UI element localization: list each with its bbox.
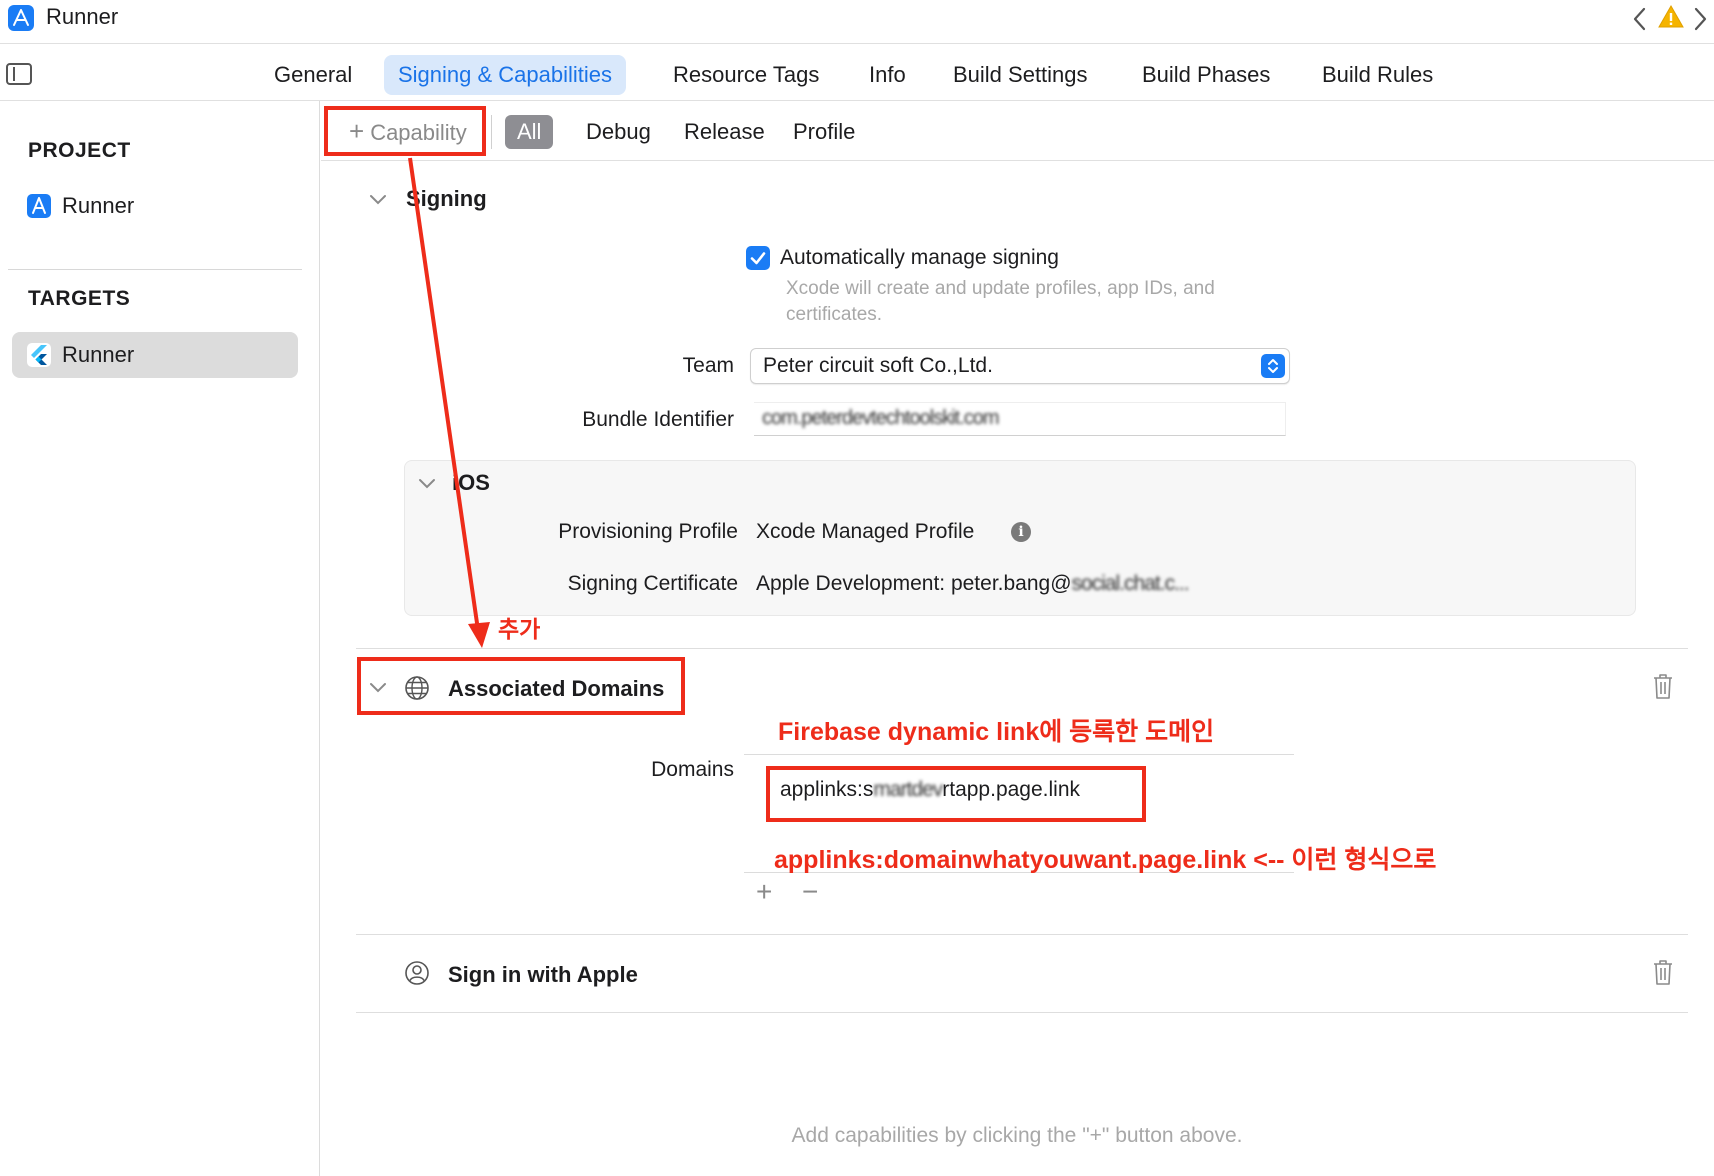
annotation-firebase-note: Firebase dynamic link에 등록한 도메인	[778, 718, 1215, 746]
annotation-box-associated-domains	[357, 657, 685, 715]
xcode-project-icon	[8, 5, 34, 31]
team-value: Peter circuit soft Co.,Ltd.	[763, 354, 993, 377]
auto-manage-signing-checkbox[interactable]	[746, 246, 770, 270]
annotation-box-domain-entry	[766, 766, 1146, 822]
filter-all[interactable]: All	[505, 115, 554, 149]
sidebar-item-project-runner[interactable]: Runner	[12, 183, 298, 229]
flutter-icon	[27, 343, 51, 367]
team-select[interactable]: Peter circuit soft Co.,Ltd.	[750, 348, 1290, 384]
trash-icon[interactable]	[1651, 958, 1675, 986]
chevron-right-icon[interactable]	[1690, 4, 1710, 34]
window-titlebar: Runner	[0, 0, 1714, 44]
project-navigator: PROJECT Runner TARGETS Runner	[0, 101, 320, 1176]
sidebar-item-label: Runner	[62, 193, 135, 218]
filter-release[interactable]: Release	[672, 115, 777, 149]
window-title: Runner	[46, 4, 119, 29]
signing-section-title: Signing	[406, 186, 487, 211]
tab-build-settings[interactable]: Build Settings	[939, 55, 1102, 95]
tab-signing-capabilities[interactable]: Signing & Capabilities	[384, 55, 627, 95]
bundle-identifier-value: com.peterdevtechtoolskit.com	[762, 407, 1000, 429]
auto-manage-signing-label: Automatically manage signing	[780, 246, 1059, 269]
editor-tab-bar: General Signing & Capabilities Resource …	[0, 45, 1714, 101]
project-heading: PROJECT	[28, 139, 131, 162]
sign-in-with-apple-title: Sign in with Apple	[448, 962, 638, 987]
provisioning-profile-value: Xcode Managed Profile	[756, 520, 975, 543]
xcode-project-icon	[27, 194, 51, 218]
provisioning-profile-label: Provisioning Profile	[558, 520, 738, 543]
annotation-format-note: applinks:domainwhatyouwant.page.link <--…	[774, 846, 1437, 874]
remove-domain-button[interactable]: −	[802, 876, 818, 908]
section-divider	[356, 1012, 1688, 1013]
tab-general[interactable]: General	[260, 55, 366, 95]
auto-manage-note-cont: certificates.	[786, 304, 883, 325]
team-label: Team	[682, 354, 734, 377]
info-icon[interactable]: i	[1011, 522, 1031, 542]
signing-certificate-label: Signing Certificate	[567, 572, 738, 595]
targets-heading: TARGETS	[28, 287, 131, 310]
sidebar-toggle-icon[interactable]	[6, 63, 32, 85]
auto-manage-note: Xcode will create and update profiles, a…	[786, 278, 1215, 299]
tab-build-phases[interactable]: Build Phases	[1128, 55, 1284, 95]
domains-table-top	[744, 754, 1294, 755]
toolbar-divider	[491, 115, 492, 149]
signing-certificate-hidden: social.chat.c...	[1071, 572, 1190, 595]
sidebar-item-label: Runner	[62, 342, 135, 367]
annotation-box-capability	[324, 106, 486, 156]
sidebar-item-target-runner[interactable]: Runner	[12, 332, 298, 378]
add-domain-button[interactable]: +	[756, 876, 772, 908]
ios-section-title: iOS	[452, 470, 490, 495]
bundle-identifier-field[interactable]: com.peterdevtechtoolskit.com	[754, 402, 1286, 436]
signing-certificate-text: Apple Development: peter.bang@	[756, 572, 1072, 595]
chevron-down-icon[interactable]	[418, 478, 436, 490]
warning-icon[interactable]	[1658, 4, 1684, 30]
filter-profile[interactable]: Profile	[781, 115, 867, 149]
popup-stepper-icon	[1261, 354, 1285, 378]
capability-filter-bar: + Capability All Debug Release Profile	[321, 101, 1714, 161]
annotation-add-label: 추가	[498, 616, 541, 642]
person-circle-icon	[405, 961, 429, 985]
signing-certificate-value: Apple Development: peter.bang@social.cha…	[756, 572, 1190, 596]
tab-resource-tags[interactable]: Resource Tags	[659, 55, 833, 95]
tab-info[interactable]: Info	[855, 55, 920, 95]
footer-hint: Add capabilities by clicking the "+" but…	[791, 1124, 1243, 1147]
trash-icon[interactable]	[1651, 672, 1675, 700]
section-divider	[356, 648, 1688, 649]
filter-debug[interactable]: Debug	[574, 115, 663, 149]
bundle-identifier-label: Bundle Identifier	[582, 408, 734, 431]
section-divider	[356, 934, 1688, 935]
chevron-left-icon[interactable]	[1630, 4, 1650, 34]
sidebar-divider	[8, 269, 302, 270]
chevron-down-icon[interactable]	[369, 194, 387, 206]
tab-build-rules[interactable]: Build Rules	[1308, 55, 1447, 95]
domains-label: Domains	[651, 758, 734, 781]
